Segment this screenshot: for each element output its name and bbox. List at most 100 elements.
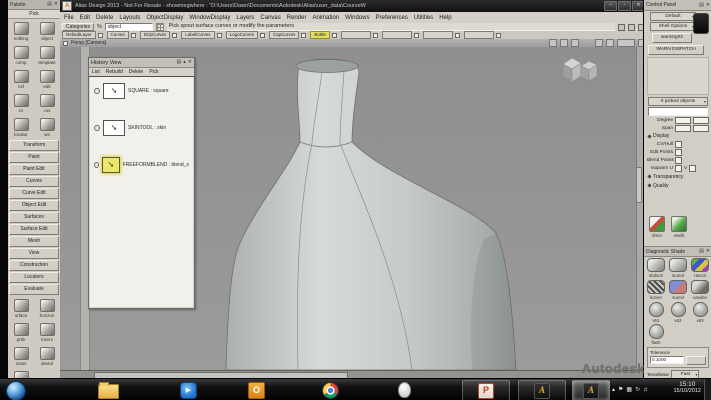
diagnostic-shade-tool[interactable]: rancol: [689, 257, 711, 279]
palette-dock-icon[interactable]: ▤: [47, 2, 52, 7]
layer-checkbox[interactable]: [301, 33, 306, 38]
tolerance-apply-button[interactable]: [686, 356, 706, 365]
layer-checkbox[interactable]: [172, 33, 177, 38]
pick-tool[interactable]: cv: [8, 91, 34, 115]
history-radio[interactable]: [94, 162, 99, 168]
skin-node-icon[interactable]: ➘: [103, 120, 125, 136]
transparency-diamond-icon[interactable]: [647, 174, 651, 178]
history-menu-item[interactable]: Delete: [129, 69, 143, 75]
layer-checkbox[interactable]: [217, 33, 222, 38]
evaluate-tool[interactable]: horizon: [34, 296, 60, 320]
viewport-maximize-icon[interactable]: [606, 39, 614, 47]
square-node-icon[interactable]: ➘: [103, 83, 125, 99]
history-item-skintool[interactable]: ➘ SKINTOOL : skin: [94, 120, 189, 136]
mouse-tool-icon[interactable]: [398, 382, 411, 398]
layer-slot-empty[interactable]: [464, 31, 494, 39]
diagnostic-shade-close-icon[interactable]: ✕: [706, 249, 710, 254]
layer-chip[interactable]: LabelCurves: [181, 31, 214, 39]
history-collapse-icon[interactable]: ▴: [183, 60, 186, 65]
app-titlebar[interactable]: A Alias Design 2013 - Not For Resale - s…: [60, 0, 647, 12]
layer-chip[interactable]: CapCurves: [269, 31, 300, 39]
menu-item[interactable]: Canvas: [260, 15, 280, 21]
diagnostic-shade-tool[interactable]: shdnon: [645, 257, 667, 279]
palette-tab[interactable]: Transform: [9, 140, 59, 151]
history-menu-item[interactable]: List: [92, 69, 100, 75]
diagnostic-shade-tool[interactable]: surevl: [667, 279, 689, 301]
history-item-freeformblend[interactable]: ➘ FREEFORMBLEND : blend_s: [94, 157, 189, 173]
palette-tab[interactable]: Evaluate: [9, 284, 59, 295]
evaluate-tool[interactable]: mass: [8, 344, 34, 368]
evaluate-tool[interactable]: mscrv: [34, 320, 60, 344]
diagnostic-shade-tool[interactable]: mutcol: [667, 257, 689, 279]
media-player-icon[interactable]: ▶: [180, 382, 197, 399]
viewport-zoom-icon[interactable]: [571, 39, 579, 47]
layer-slot-empty[interactable]: [382, 31, 412, 39]
viewport-vertical-scrollbar[interactable]: [636, 47, 643, 370]
history-dock-icon[interactable]: ▤: [177, 60, 182, 65]
palette-section-pick[interactable]: Pick: [8, 10, 60, 19]
quality-diamond-icon[interactable]: [647, 183, 651, 187]
diagnostic-shade-tool[interactable]: usedev: [689, 279, 711, 301]
palette-titlebar[interactable]: Palette ▤ ✕: [8, 0, 60, 10]
viewport-layout-button[interactable]: [617, 39, 635, 47]
palette-tab[interactable]: Paint Edit: [9, 164, 59, 175]
shaded-preview-thumbnail[interactable]: [693, 13, 709, 34]
pick-tool[interactable]: locator: [8, 115, 34, 139]
viewport-grid-icon[interactable]: [560, 39, 568, 47]
degree-v-field[interactable]: [693, 117, 709, 124]
history-close-icon[interactable]: ✕: [188, 60, 192, 65]
diagnostic-shade-dock-icon[interactable]: ▤: [699, 249, 704, 254]
menu-item[interactable]: Render: [287, 15, 307, 21]
snap-toggle-icon-2[interactable]: [628, 24, 635, 31]
diagnostic-shade-tool[interactable]: v62: [667, 301, 689, 323]
display-checkbox[interactable]: [675, 149, 682, 156]
layer-checkbox[interactable]: [98, 33, 103, 38]
outlook-icon[interactable]: O: [248, 382, 265, 399]
action-center-flag-icon[interactable]: ⚑: [618, 387, 623, 393]
control-panel-list-area[interactable]: [647, 57, 709, 95]
palette-tab[interactable]: Surface Edit: [9, 224, 59, 235]
viewport-shade-icon[interactable]: [549, 39, 557, 47]
viewport-minimize-icon[interactable]: [595, 39, 603, 47]
show-hidden-icons-icon[interactable]: ▴: [612, 387, 615, 393]
palette-tab[interactable]: Curves: [9, 176, 59, 187]
palette-tab[interactable]: Object Edit: [9, 200, 59, 211]
snap-toggle-icon-1[interactable]: [618, 24, 625, 31]
display-checkbox[interactable]: [675, 141, 682, 148]
menu-item[interactable]: Help: [439, 15, 451, 21]
diagnostic-shade-tool[interactable]: horver: [645, 279, 667, 301]
pick-tool[interactable]: cos: [34, 91, 60, 115]
diagnostic-shade-tool[interactable]: flash: [645, 323, 667, 345]
object-name-field[interactable]: [648, 107, 708, 116]
history-radio[interactable]: [94, 125, 100, 131]
menu-item[interactable]: Preferences: [375, 15, 407, 21]
layer-checkbox[interactable]: [131, 33, 136, 38]
pick-tool[interactable]: nsf: [8, 67, 34, 91]
evaluate-tool[interactable]: devmap: [8, 368, 34, 378]
menu-item[interactable]: Delete: [96, 15, 113, 21]
tessellation-dropdown[interactable]: Fast: [671, 370, 699, 378]
layer-checkbox[interactable]: [414, 33, 419, 38]
menu-item[interactable]: File: [64, 15, 74, 21]
pick-tool[interactable]: template: [34, 43, 60, 67]
preset-dropdown[interactable]: Default: [650, 12, 696, 21]
evaluate-tool[interactable]: srface: [8, 296, 34, 320]
explorer-icon[interactable]: [98, 384, 119, 399]
span-v-field[interactable]: [693, 125, 709, 132]
layer-chip[interactable]: LogoCurves: [226, 31, 258, 39]
volume-icon[interactable]: ♬: [643, 387, 649, 393]
sync-icon[interactable]: ↻: [635, 387, 640, 393]
categories-button[interactable]: Categories: [62, 23, 94, 31]
history-menu-item[interactable]: Rebuild: [106, 69, 123, 75]
show-desktop-button[interactable]: [704, 379, 711, 400]
history-item-square[interactable]: ➘ SQUARE : square: [94, 83, 189, 99]
layer-checkbox[interactable]: [332, 33, 337, 38]
layer-checkbox[interactable]: [260, 33, 265, 38]
palette-tab[interactable]: Mesh: [9, 236, 59, 247]
layer-chip[interactable]: Curves: [107, 31, 129, 39]
control-panel-titlebar[interactable]: Control Panel ▤ ✕: [644, 0, 711, 11]
pick-tool[interactable]: object: [34, 19, 60, 43]
view-cube-icon[interactable]: [561, 56, 601, 88]
layer-slot-empty[interactable]: [423, 31, 453, 39]
diagnostic-shade-titlebar[interactable]: Diagnostic Shade ▤ ✕: [644, 246, 711, 257]
